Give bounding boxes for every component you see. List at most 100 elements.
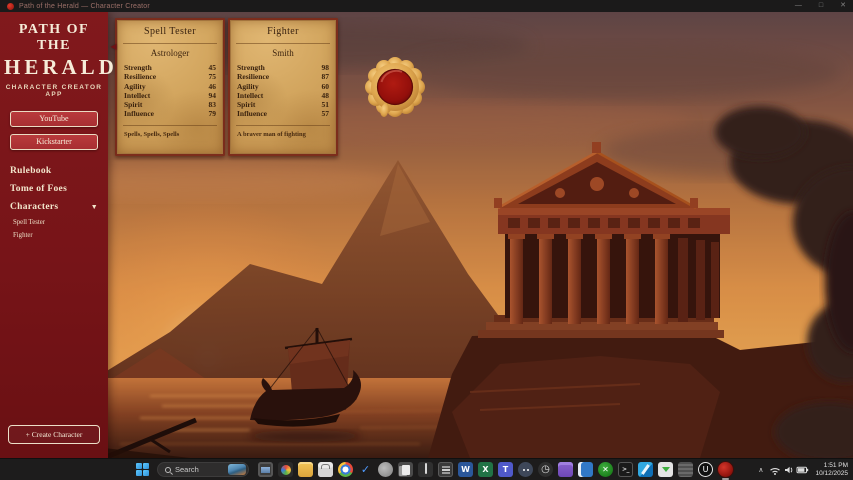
stat-label: Strength	[237, 63, 265, 72]
unreal-icon[interactable]: U	[698, 462, 713, 477]
minimize-button[interactable]: —	[795, 0, 802, 12]
stat-row: Resilience 87	[230, 72, 336, 81]
stat-row: Agility 60	[230, 82, 336, 91]
sidebar-item-tome-of-foes[interactable]: Tome of Foes	[0, 180, 108, 198]
tray-date: 10/12/2025	[815, 470, 848, 478]
sidebar-item-characters-label: Characters	[10, 202, 58, 212]
stat-label: Influence	[237, 109, 267, 118]
notepad-icon[interactable]	[678, 462, 693, 477]
stat-label: Resilience	[237, 72, 269, 81]
vscode-icon[interactable]	[638, 462, 653, 477]
wax-seal-icon	[364, 57, 426, 123]
card-title: Spell Tester	[117, 20, 223, 38]
stat-row: Intellect94	[117, 91, 223, 100]
stat-value: 48	[322, 91, 330, 100]
youtube-button[interactable]: YouTube	[10, 111, 98, 127]
stat-label: Agility	[237, 82, 259, 91]
card-description: Spells, Spells, Spells	[117, 126, 223, 138]
battery-icon	[797, 467, 808, 473]
stat-value: 46	[209, 82, 217, 91]
stat-row: Intellect 48	[230, 91, 336, 100]
stat-label: Resilience	[124, 72, 156, 81]
cards-icon[interactable]	[398, 462, 413, 477]
photos-icon[interactable]	[278, 462, 293, 477]
stat-value: 98	[322, 63, 330, 72]
taskbar-app-icons: ✓ WXT ◷ ✕ >_ U	[258, 462, 733, 477]
notebook-icon[interactable]	[578, 462, 593, 477]
wallet-icon[interactable]	[558, 462, 573, 477]
herald-app-icon[interactable]	[718, 462, 733, 477]
steam-icon[interactable]	[378, 462, 393, 477]
start-button[interactable]	[136, 463, 150, 477]
card-subtitle: Astrologer	[117, 48, 223, 58]
create-character-button[interactable]: + Create Character	[8, 425, 100, 444]
terminal-icon[interactable]: >_	[618, 462, 633, 477]
sidebar-collapse-icon[interactable]: ◀	[108, 38, 119, 54]
tray-time: 1:51 PM	[815, 462, 848, 470]
clock-app-icon[interactable]: ◷	[538, 462, 553, 477]
stat-value: 79	[209, 109, 217, 118]
todo-check-icon[interactable]: ✓	[358, 462, 373, 477]
stat-value: 45	[209, 63, 217, 72]
card-divider	[236, 43, 330, 44]
stat-row: Spirit83	[117, 100, 223, 109]
tray-status-icons[interactable]	[769, 464, 809, 476]
maximize-button[interactable]: □	[819, 0, 823, 12]
tray-clock[interactable]: 1:51 PM 10/12/2025	[815, 462, 848, 478]
stat-value: 83	[209, 100, 217, 109]
search-label: Search	[175, 465, 224, 474]
stat-value: 60	[322, 82, 330, 91]
search-input[interactable]: Search	[157, 462, 249, 477]
desktop-icon[interactable]	[258, 462, 273, 477]
kickstarter-button[interactable]: Kickstarter	[10, 134, 98, 150]
tray-chevron-up-icon[interactable]: ∧	[758, 466, 763, 474]
pin-icon[interactable]	[418, 462, 433, 477]
stat-value: 94	[209, 91, 217, 100]
wifi-icon	[771, 469, 780, 475]
taskbar: Search ✓ WXT ◷ ✕ >_ U ∧	[0, 458, 853, 480]
character-card-spell-tester[interactable]: Spell Tester Astrologer Strength45Resili…	[115, 18, 225, 156]
discord-icon[interactable]	[518, 462, 533, 477]
app-main-area: Spell Tester Astrologer Strength45Resili…	[0, 12, 853, 458]
sidebar-item-characters[interactable]: Characters ▼	[0, 198, 108, 216]
stat-list: Strength98Resilience87Agility60Intellect…	[230, 63, 336, 119]
excel-icon[interactable]: X	[478, 462, 493, 477]
store-icon[interactable]	[318, 462, 333, 477]
sidebar-item-fighter[interactable]: Fighter	[0, 229, 108, 242]
stat-label: Intellect	[237, 91, 263, 100]
stat-row: Influence 57	[230, 109, 336, 118]
stat-row: Resilience 75	[117, 72, 223, 81]
window-title: Path of the Herald — Character Creator	[19, 3, 150, 10]
word-icon[interactable]: W	[458, 462, 473, 477]
stat-label: Agility	[124, 82, 146, 91]
xbox-icon[interactable]: ✕	[598, 462, 613, 477]
sidebar-item-spell-tester[interactable]: Spell Tester	[0, 216, 108, 229]
sidebar-nav: Rulebook Tome of Foes Characters ▼ Spell…	[0, 162, 108, 242]
app-title: PATH OF THE HERALD	[0, 12, 108, 80]
badge-icon[interactable]	[438, 462, 453, 477]
close-button[interactable]: ✕	[840, 0, 846, 12]
character-card-fighter[interactable]: Fighter Smith Strength98Resilience87Agil…	[228, 18, 338, 156]
app-title-line2: HERALD	[4, 55, 104, 80]
app-subtitle: CHARACTER CREATOR APP	[0, 84, 108, 98]
app-title-line1: PATH OF THE	[4, 22, 104, 54]
chrome-icon[interactable]	[338, 462, 353, 477]
stat-row: Strength 98	[230, 63, 336, 72]
volume-icon	[785, 467, 792, 473]
search-icon	[165, 467, 171, 473]
window-titlebar: Path of the Herald — Character Creator —…	[0, 0, 853, 12]
stat-label: Strength	[124, 63, 152, 72]
wax-seal-button[interactable]	[364, 57, 426, 123]
teams-icon[interactable]: T	[498, 462, 513, 477]
sidebar-item-rulebook[interactable]: Rulebook	[0, 162, 108, 180]
installer-icon[interactable]	[658, 462, 673, 477]
stat-value: 57	[322, 109, 330, 118]
stat-row: Agility 46	[117, 82, 223, 91]
stat-value: 75	[209, 72, 217, 81]
stat-row: Influence79	[117, 109, 223, 118]
card-divider	[123, 43, 217, 44]
stat-value: 87	[322, 72, 330, 81]
system-tray: ∧ 1:51 PM 10/12/2025	[758, 459, 848, 480]
file-explorer-icon[interactable]	[298, 462, 313, 477]
chevron-down-icon: ▼	[91, 203, 98, 211]
